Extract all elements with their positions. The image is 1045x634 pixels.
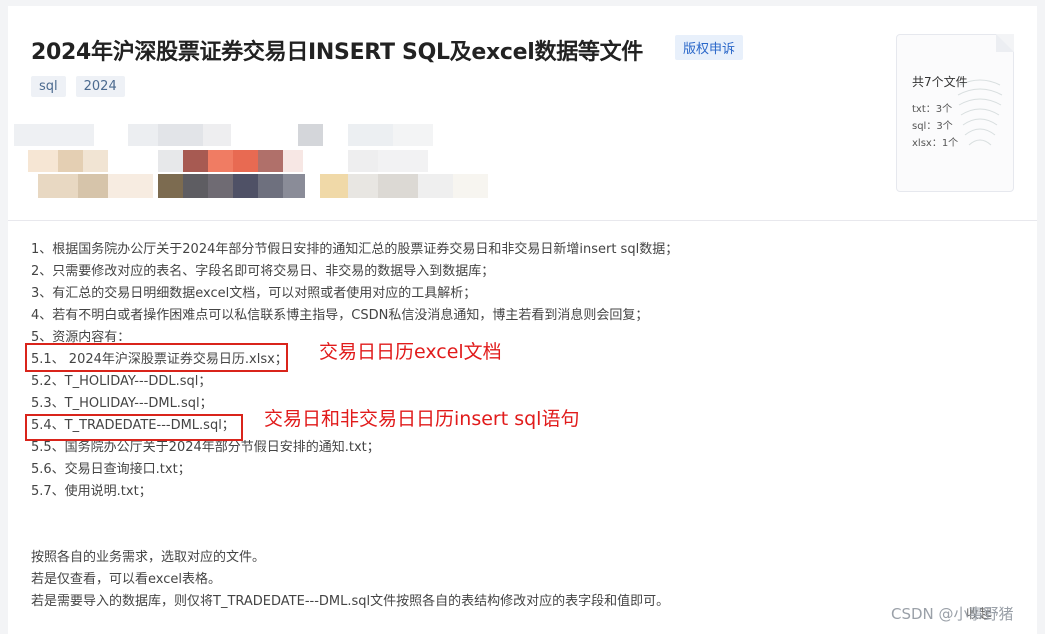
annotation-sql-note: 交易日和非交易日日历insert sql语句 <box>264 408 580 430</box>
footer-line: 若是需要导入的数据库，则仅将T_TRADEDATE---DML.sql文件按照各… <box>31 594 670 609</box>
description-line: 5.2、T_HOLIDAY---DDL.sql； <box>31 374 212 389</box>
resource-header: 2024年沪深股票证券交易日INSERT SQL及excel数据等文件 版权申诉… <box>8 6 1037 221</box>
tag-list: sql 2024 <box>31 76 125 97</box>
csdn-watermark: CSDN @小事野猪 <box>891 605 1014 623</box>
page-fold-icon <box>996 34 1014 52</box>
annotation-excel-note: 交易日日历excel文档 <box>319 341 502 363</box>
resource-title: 2024年沪深股票证券交易日INSERT SQL及excel数据等文件 <box>31 40 644 65</box>
highlight-box-tradedate-sql <box>25 414 243 441</box>
fingerprint-decoration-icon <box>957 79 1003 146</box>
description-line: 3、有汇总的交易日明细数据excel文档，可以对照或者使用对应的工具解析； <box>31 286 477 301</box>
description-line: 5.7、使用说明.txt； <box>31 484 152 499</box>
description-line: 4、若有不明白或者操作困难点可以私信联系博主指导，CSDN私信没消息通知，博主若… <box>31 308 649 323</box>
blurred-preview-image <box>8 114 508 206</box>
tag-sql[interactable]: sql <box>31 76 66 97</box>
file-type-xlsx: xlsx：1个 <box>912 138 959 149</box>
file-type-txt: txt：3个 <box>912 104 953 115</box>
footer-line: 若是仅查看，可以看excel表格。 <box>31 572 221 587</box>
file-type-list: txt：3个 sql：3个 xlsx：1个 <box>912 101 958 152</box>
description-line: 5.6、交易日查询接口.txt； <box>31 462 191 477</box>
file-summary-box: 共7个文件 txt：3个 sql：3个 xlsx：1个 <box>896 34 1014 192</box>
description-line: 2、只需要修改对应的表名、字段名即可将交易日、非交易的数据导入到数据库； <box>31 264 495 279</box>
resource-card: 2024年沪深股票证券交易日INSERT SQL及excel数据等文件 版权申诉… <box>8 6 1037 634</box>
highlight-box-xlsx <box>25 343 288 372</box>
file-type-sql: sql：3个 <box>912 121 953 132</box>
description-line: 1、根据国务院办公厅关于2024年部分节假日安排的通知汇总的股票证券交易日和非交… <box>31 242 679 257</box>
footer-line: 按照各自的业务需求，选取对应的文件。 <box>31 550 266 565</box>
copyright-report-button[interactable]: 版权申诉 <box>675 35 744 60</box>
tag-2024[interactable]: 2024 <box>75 76 125 97</box>
